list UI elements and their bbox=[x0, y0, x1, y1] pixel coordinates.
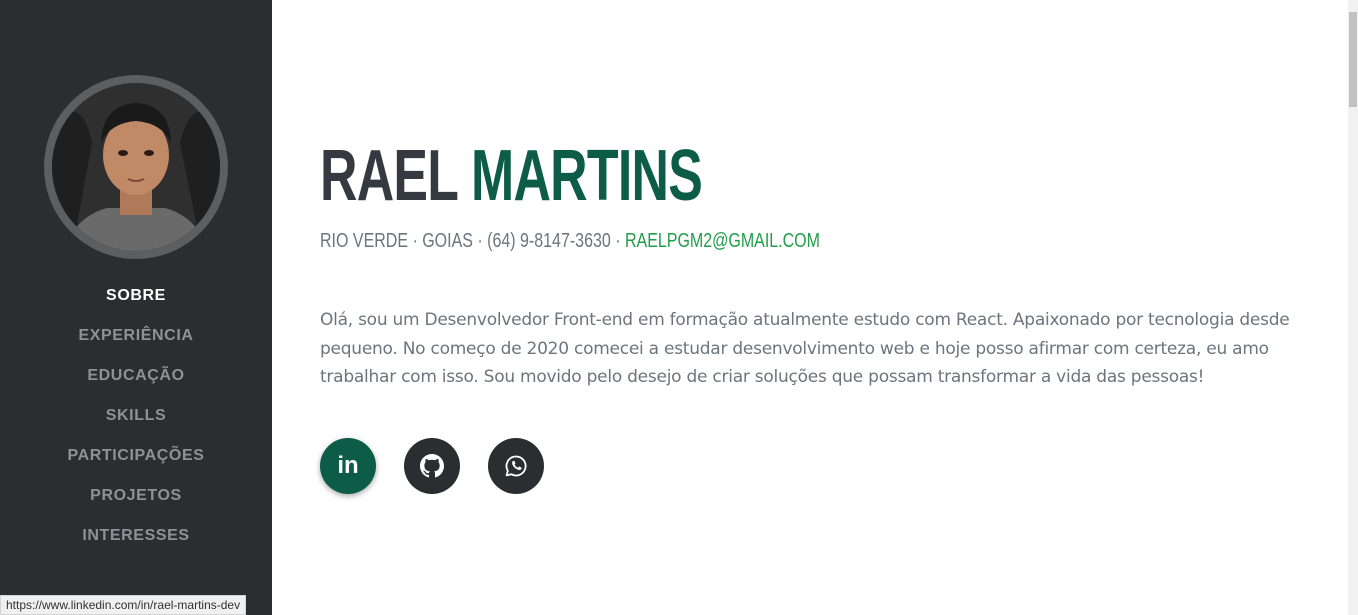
sidebar: SOBRE EXPERIÊNCIA EDUCAÇÃO SKILLS PARTIC… bbox=[0, 0, 272, 615]
sidebar-item-participacoes[interactable]: PARTICIPAÇÕES bbox=[0, 436, 272, 476]
avatar bbox=[52, 83, 220, 251]
first-name: RAEL bbox=[320, 136, 458, 216]
linkedin-icon: in bbox=[337, 452, 359, 479]
contact-line: RIO VERDE · GOIAS · (64) 9-8147-3630 · R… bbox=[320, 227, 820, 255]
scrollbar-thumb[interactable] bbox=[1349, 12, 1357, 107]
last-name: MARTINS bbox=[470, 136, 703, 216]
location-phone: RIO VERDE · GOIAS · (64) 9-8147-3630 · bbox=[320, 230, 621, 252]
whatsapp-button[interactable] bbox=[488, 438, 544, 494]
social-icons: in bbox=[320, 438, 544, 494]
about-text: Olá, sou um Desenvolvedor Front-end em f… bbox=[320, 310, 1290, 387]
status-bar-url: https://www.linkedin.com/in/rael-martins… bbox=[0, 595, 247, 615]
linkedin-button[interactable]: in bbox=[320, 438, 376, 494]
whatsapp-icon bbox=[505, 455, 527, 477]
sidebar-item-educacao[interactable]: EDUCAÇÃO bbox=[0, 356, 272, 396]
email-link[interactable]: RAELPGM2@GMAIL.COM bbox=[625, 230, 820, 252]
github-button[interactable] bbox=[404, 438, 460, 494]
sidebar-item-skills[interactable]: SKILLS bbox=[0, 396, 272, 436]
sidebar-item-sobre[interactable]: SOBRE bbox=[0, 276, 272, 316]
github-icon bbox=[420, 454, 444, 478]
sidebar-item-experiencia[interactable]: EXPERIÊNCIA bbox=[0, 316, 272, 356]
page-title: RAEL MARTINS bbox=[320, 126, 703, 226]
sidebar-item-projetos[interactable]: PROJETOS bbox=[0, 476, 272, 516]
sidebar-item-interesses[interactable]: INTERESSES bbox=[0, 516, 272, 556]
page-scrollbar[interactable] bbox=[1348, 0, 1358, 615]
sidebar-nav: SOBRE EXPERIÊNCIA EDUCAÇÃO SKILLS PARTIC… bbox=[0, 276, 272, 556]
profile-photo bbox=[52, 83, 220, 251]
avatar-frame bbox=[44, 75, 228, 259]
